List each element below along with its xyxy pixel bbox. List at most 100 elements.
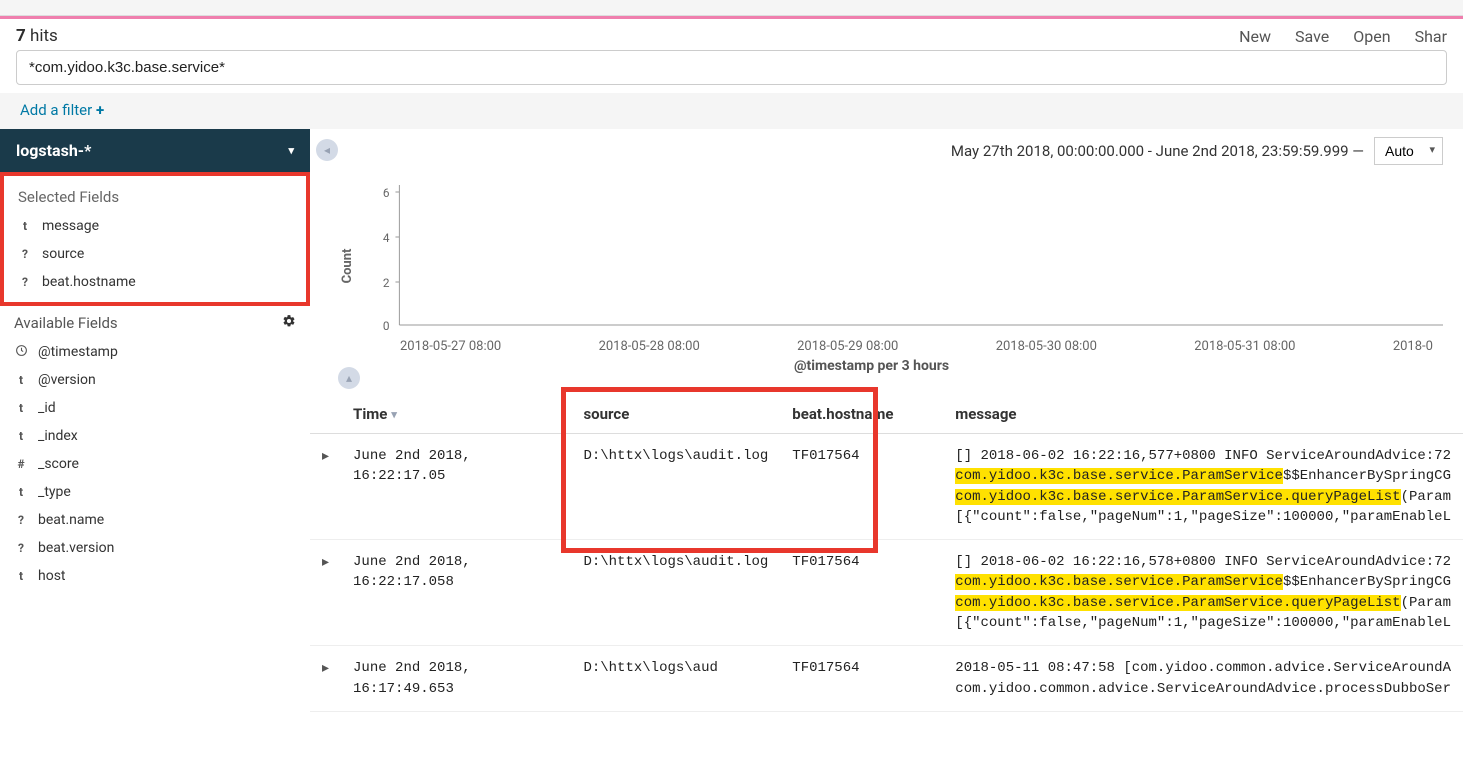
field-host[interactable]: t host [0, 562, 310, 590]
x-tick: 2018-0 [1393, 339, 1433, 354]
cell-source: D:\httx\logs\audit.log [571, 540, 780, 646]
date-range-text: May 27th 2018, 00:00:00.000 - June 2nd 2… [951, 142, 1364, 160]
index-pattern-selector[interactable]: logstash-* ▾ [0, 129, 310, 172]
main-area: logstash-* ▾ Selected Fields t message ?… [0, 129, 1463, 775]
sidebar: logstash-* ▾ Selected Fields t message ?… [0, 129, 310, 775]
x-tick: 2018-05-30 08:00 [996, 339, 1097, 354]
field-label: @timestamp [38, 344, 118, 360]
field-label: source [42, 246, 84, 262]
type-number-icon: # [14, 457, 28, 471]
message-header[interactable]: message [943, 395, 1463, 434]
type-date-icon [14, 344, 28, 360]
type-text-icon: t [14, 485, 28, 499]
field-beat-hostname[interactable]: ? beat.hostname [4, 268, 306, 296]
open-button[interactable]: Open [1353, 27, 1390, 46]
time-header[interactable]: Time ▾ [341, 395, 571, 434]
y-axis-label: Count [340, 249, 355, 284]
type-text-icon: t [14, 429, 28, 443]
cell-source: D:\httx\logs\aud [571, 646, 780, 712]
cell-time: June 2nd 2018, 16:22:17.058 [341, 540, 571, 646]
cell-message: [] 2018-06-02 16:22:16,578+0800 INFO Ser… [943, 540, 1463, 646]
type-unknown-icon: ? [14, 541, 28, 555]
type-unknown-icon: ? [18, 247, 32, 261]
expand-row-icon[interactable]: ▸ [310, 434, 341, 540]
cell-host: TF017564 [780, 434, 943, 540]
search-input[interactable] [16, 50, 1447, 85]
field-label: message [42, 218, 99, 234]
field-timestamp[interactable]: @timestamp [0, 338, 310, 366]
field-score[interactable]: # _score [0, 450, 310, 478]
expand-row-icon[interactable]: ▸ [310, 540, 341, 646]
chart-svg: 0 2 4 6 [360, 175, 1443, 335]
expand-row-icon[interactable]: ▸ [310, 646, 341, 712]
expand-header [310, 395, 341, 434]
index-pattern-name: logstash-* [16, 141, 91, 160]
x-tick: 2018-05-27 08:00 [400, 339, 501, 354]
x-axis-label: @timestamp per 3 hours [360, 358, 1443, 374]
collapse-chart-icon[interactable]: ◂ [316, 139, 338, 161]
type-text-icon: t [18, 219, 32, 233]
top-bar: 7 hits New Save Open Shar [0, 20, 1463, 50]
field-label: beat.version [38, 540, 114, 556]
available-fields-header: Available Fields [0, 306, 310, 338]
cell-time: June 2nd 2018, 16:22:17.05 [341, 434, 571, 540]
field-type[interactable]: t _type [0, 478, 310, 506]
documents-table: Time ▾ source beat.hostname message ▸ Ju… [310, 395, 1463, 712]
date-range-row: May 27th 2018, 00:00:00.000 - June 2nd 2… [310, 129, 1463, 171]
field-label: _type [38, 484, 71, 500]
field-label: _score [38, 456, 79, 472]
field-index[interactable]: t _index [0, 422, 310, 450]
add-filter-button[interactable]: Add a filter + [20, 101, 104, 119]
field-id[interactable]: t _id [0, 394, 310, 422]
plus-icon: + [96, 101, 104, 119]
field-beat-version[interactable]: ? beat.version [0, 534, 310, 562]
histogram-chart[interactable]: Count 0 2 4 6 2018-05-27 08:00 2018-05-2… [310, 171, 1463, 361]
progress-bar [0, 16, 1463, 19]
field-beat-name[interactable]: ? beat.name [0, 506, 310, 534]
type-unknown-icon: ? [18, 275, 32, 289]
field-label: host [38, 568, 66, 584]
hit-count-label: hits [30, 26, 58, 46]
svg-text:6: 6 [383, 186, 390, 200]
share-button[interactable]: Shar [1415, 27, 1447, 46]
field-label: @version [38, 372, 96, 388]
available-fields-title: Available Fields [14, 314, 118, 332]
cell-source: D:\httx\logs\audit.log [571, 434, 780, 540]
selected-fields-highlight: Selected Fields t message ? source ? bea… [0, 172, 310, 306]
collapse-table-icon[interactable]: ▴ [338, 367, 360, 389]
cell-host: TF017564 [780, 646, 943, 712]
time-header-label: Time [353, 405, 387, 423]
top-actions: New Save Open Shar [1239, 27, 1447, 46]
cell-message: [] 2018-06-02 16:22:16,577+0800 INFO Ser… [943, 434, 1463, 540]
add-filter-label: Add a filter [20, 101, 92, 119]
field-message[interactable]: t message [4, 212, 306, 240]
filter-bar: Add a filter + [0, 93, 1463, 129]
table-row: ▸ June 2nd 2018, 16:22:17.05 D:\httx\log… [310, 434, 1463, 540]
x-tick: 2018-05-29 08:00 [797, 339, 898, 354]
host-header[interactable]: beat.hostname [780, 395, 943, 434]
interval-select[interactable]: Auto [1374, 137, 1443, 165]
table-row: ▸ June 2nd 2018, 16:22:17.058 D:\httx\lo… [310, 540, 1463, 646]
hit-count-number: 7 [16, 26, 26, 46]
field-label: beat.hostname [42, 274, 136, 290]
source-header-label: source [583, 405, 629, 423]
type-text-icon: t [14, 373, 28, 387]
chevron-down-icon: ▾ [288, 144, 294, 157]
type-text-icon: t [14, 569, 28, 583]
content-area: ◂ May 27th 2018, 00:00:00.000 - June 2nd… [310, 129, 1463, 775]
field-label: _id [38, 400, 56, 416]
type-unknown-icon: ? [14, 513, 28, 527]
field-source[interactable]: ? source [4, 240, 306, 268]
sort-desc-icon: ▾ [391, 408, 397, 421]
save-button[interactable]: Save [1295, 27, 1329, 46]
gear-icon[interactable] [282, 314, 296, 332]
x-axis-labels: 2018-05-27 08:00 2018-05-28 08:00 2018-0… [360, 339, 1443, 354]
selected-fields-title: Selected Fields [4, 184, 306, 212]
field-version[interactable]: t @version [0, 366, 310, 394]
cell-host: TF017564 [780, 540, 943, 646]
interval-select-wrap: Auto [1374, 137, 1443, 165]
new-button[interactable]: New [1239, 27, 1271, 46]
type-text-icon: t [14, 401, 28, 415]
source-header[interactable]: source [571, 395, 780, 434]
field-label: beat.name [38, 512, 104, 528]
